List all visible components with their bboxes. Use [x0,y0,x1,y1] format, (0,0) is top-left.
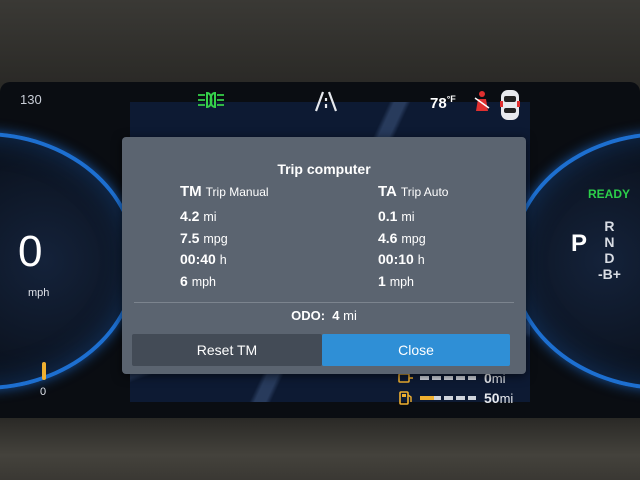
outside-temperature: 78°F [430,94,456,112]
temperature-value: 78 [430,95,447,112]
ta-time-value: 00:10 [378,251,414,267]
trip-auto-code: TA [378,183,397,200]
gear-selector-list: R N D -B+ [598,218,621,282]
ta-distance-value: 0.1 [378,208,398,224]
reset-tm-button[interactable]: Reset TM [132,334,322,366]
gear-n: N [604,234,615,250]
odometer-label: ODO: [291,308,326,323]
trip-auto-speed: 1 mph [378,273,448,295]
range-row-fuel: 50 mi [398,390,513,406]
speed-readout: 0 [18,227,43,276]
vehicle-status-icon [497,88,523,127]
gear-r: R [604,218,615,234]
close-button[interactable]: Close [322,334,510,366]
trip-manual-label: Trip Manual [205,185,269,199]
dialog-divider [134,302,514,303]
range-bar-primary [420,376,476,380]
trip-auto-time: 00:10 h [378,251,448,273]
trip-manual-column: TM Trip Manual 4.2 mi 7.5 mpg 00:40 h 6 m… [180,183,269,294]
trip-auto-label: Trip Auto [400,185,449,199]
dashboard-bezel-top [0,0,640,86]
odometer-value: 4 [332,308,340,323]
seatbelt-warning-icon [472,90,492,117]
lane-assist-icon [313,90,339,117]
gear-d: D [604,250,615,266]
ta-economy-value: 4.6 [378,229,398,246]
trip-manual-time: 00:40 h [180,251,269,273]
temperature-unit: °F [446,94,456,104]
ta-economy-unit: mpg [401,231,426,246]
range-unit-fuel: mi [499,390,514,406]
speed-limit-value: 130 [20,92,42,107]
trip-manual-economy: 7.5 mpg [180,230,269,252]
range-bar-fuel [420,396,476,400]
trip-manual-speed: 6 mph [180,273,269,295]
tm-economy-value: 7.5 [180,229,200,246]
ta-speed-value: 1 [378,272,386,289]
tm-economy-unit: mpg [203,231,228,246]
trip-auto-column: TA Trip Auto 0.1 mi 4.6 mpg 00:10 h 1 mph [378,183,448,294]
headlights-icon [196,90,226,115]
trip-manual-code: TM [180,183,202,200]
trip-auto-distance: 0.1 mi [378,208,448,230]
ready-indicator: READY [588,187,631,201]
trip-computer-dialog: Trip computer TM Trip Manual 4.2 mi 7.5 m… [122,137,526,374]
tm-distance-value: 4.2 [180,208,200,224]
gear-b: -B+ [598,266,621,282]
current-gear: P [571,230,588,257]
dialog-title: Trip computer [277,161,371,177]
tm-time-unit: h [219,253,227,267]
ta-speed-unit: mph [389,274,415,289]
range-value-fuel: 50 [484,390,500,406]
fuel-level-indicator [42,362,46,380]
tm-speed-value: 6 [180,272,188,289]
dashboard-bezel-bottom [0,418,640,480]
trip-auto-economy: 4.6 mpg [378,230,448,252]
tm-time-value: 00:40 [180,251,216,267]
tm-distance-unit: mi [203,210,217,224]
fuel-scale-zero: 0 [40,386,47,398]
trip-auto-header: TA Trip Auto [378,183,448,200]
trip-manual-header: TM Trip Manual [180,183,269,200]
fuel-pump-icon [399,391,412,405]
odometer-readout: ODO: 4 mi [122,308,526,323]
ta-time-unit: h [417,253,425,267]
trip-manual-distance: 4.2 mi [180,208,269,230]
ta-distance-unit: mi [401,210,415,224]
odometer-unit: mi [343,308,357,323]
tm-speed-unit: mph [191,274,217,289]
speed-unit: mph [28,287,50,299]
instrument-cluster-screen: 130 78°F 0 mph 0 READY P R N D -B+ 0 mi … [0,82,640,420]
